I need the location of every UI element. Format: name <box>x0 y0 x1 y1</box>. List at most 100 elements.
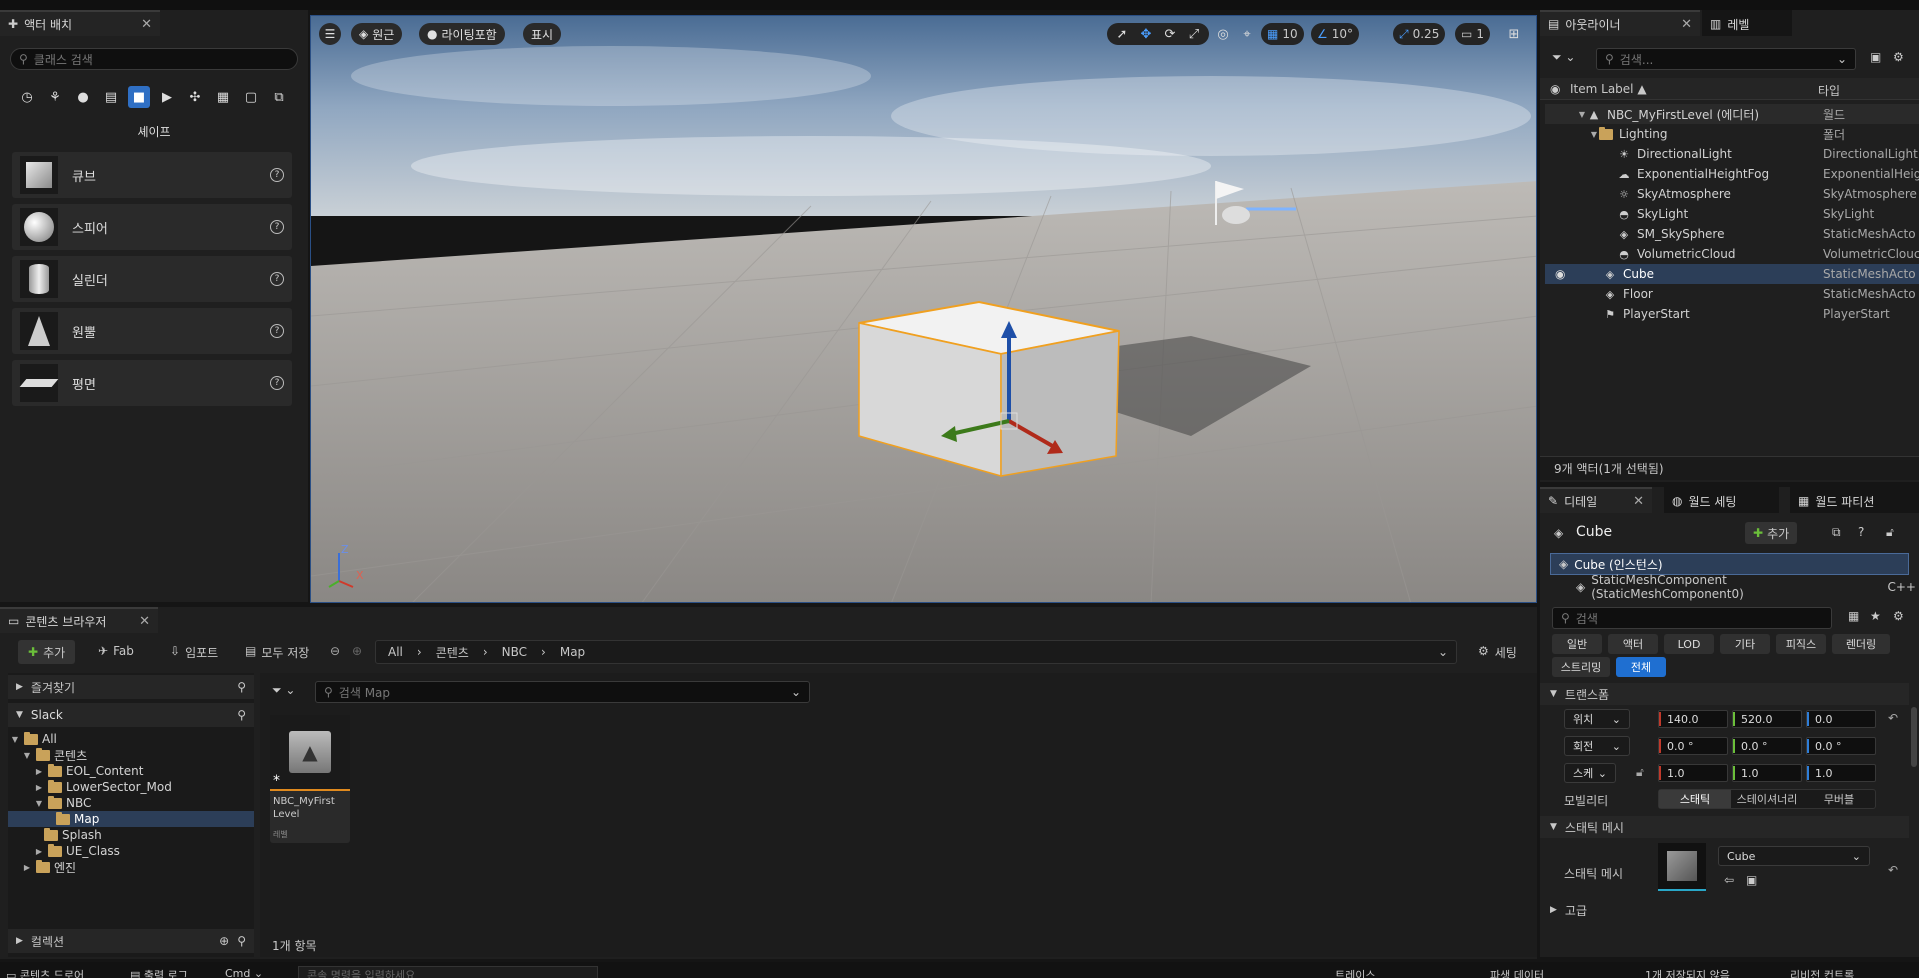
camera-speed-control[interactable]: ▭ 1 <box>1455 23 1490 45</box>
tree-item-all[interactable]: ▼ All <box>10 731 254 747</box>
search-icon[interactable]: ⚲ <box>237 708 246 722</box>
help-icon[interactable]: ? <box>1858 525 1864 539</box>
table-view-icon[interactable]: ▦ <box>1848 609 1859 623</box>
save-all-button[interactable]: ▤ 모두 저장 <box>245 644 309 661</box>
shape-item-cube[interactable]: 큐브 ? <box>12 152 292 198</box>
filter-general[interactable]: 일반 <box>1552 634 1602 654</box>
lock-icon[interactable]: 🔓︎ <box>1886 525 1894 540</box>
volumes-icon[interactable]: ✣ <box>184 86 206 108</box>
details-scrollbar[interactable] <box>1911 707 1917 767</box>
asset-search-input[interactable]: ⚲ 검색 Map ⌄ <box>315 681 810 703</box>
trace-button[interactable]: 트레이스 <box>1335 967 1375 978</box>
outliner-row-floor[interactable]: ◈ Floor StaticMeshActo <box>1545 284 1919 304</box>
lock-icon[interactable]: 🔓︎ <box>1636 765 1644 780</box>
breadcrumb-item[interactable]: NBC <box>502 645 527 659</box>
rotation-z-field[interactable]: 0.0 ° <box>1806 737 1876 755</box>
rotation-snap-control[interactable]: ∠ 10° <box>1311 23 1360 45</box>
tree-item-engine[interactable]: ▶ 엔진 <box>22 859 266 875</box>
select-icon[interactable]: ➚ <box>1111 23 1133 45</box>
search-icon[interactable]: ⚲ <box>237 680 246 694</box>
outliner-row-volumetriccloud[interactable]: ◓ VolumetricCloud VolumetricClouc <box>1545 244 1919 264</box>
location-dropdown[interactable]: 위치 ⌄ <box>1564 709 1630 729</box>
world-local-icon[interactable]: ◎ <box>1212 23 1234 45</box>
revision-control-button[interactable]: 리비전 컨트롤 <box>1790 967 1854 978</box>
cinematic-icon[interactable]: ▤ <box>100 86 122 108</box>
transform-section-header[interactable]: ▼ 트랜스폼 <box>1540 683 1909 705</box>
output-log-button[interactable]: ▤ 출력 로그 <box>130 967 188 978</box>
translate-icon[interactable]: ✥ <box>1135 23 1157 45</box>
rotation-dropdown[interactable]: 회전 ⌄ <box>1564 736 1630 756</box>
static-mesh-section-header[interactable]: ▼ 스태틱 메시 <box>1540 816 1909 838</box>
filter-icon[interactable]: ⏷ ⌄ <box>272 683 295 698</box>
level-viewport[interactable]: Z X ☰ ◈ 원근 ● 라이팅포함 표시 ➚ ✥ ⟳ ⤢ ◎ ⌖ ▦ 10 ∠ 10°… <box>310 15 1537 603</box>
outliner-row-cube[interactable]: ◉ ◈ Cube StaticMeshActo <box>1545 264 1919 284</box>
location-y-field[interactable]: 520.0 <box>1732 710 1802 728</box>
help-icon[interactable]: ? <box>270 272 284 286</box>
gear-icon[interactable]: ⚙ <box>1893 50 1904 64</box>
help-icon[interactable]: ? <box>270 376 284 390</box>
help-icon[interactable]: ? <box>270 220 284 234</box>
filter-lod[interactable]: LOD <box>1664 634 1714 654</box>
search-icon[interactable]: ⚲ <box>237 934 246 948</box>
derived-data-button[interactable]: 파생 데이터 <box>1490 967 1544 978</box>
outliner-row-fog[interactable]: ☁ ExponentialHeightFog ExponentialHeig <box>1545 164 1919 184</box>
collections-header[interactable]: ▶ 컬렉션 ⊕ ⚲ <box>8 929 254 953</box>
tree-item-map[interactable]: Map <box>8 811 254 827</box>
outliner-row-directionallight[interactable]: ☀ DirectionalLight DirectionalLight <box>1545 144 1919 164</box>
lighting-mode-button[interactable]: ● 라이팅포함 <box>419 23 505 45</box>
filter-streaming[interactable]: 스트리밍 <box>1552 657 1610 677</box>
more-icon[interactable]: ⧉ <box>268 86 290 108</box>
static-mesh-thumbnail[interactable] <box>1658 843 1706 891</box>
project-header[interactable]: ▼ Slack ⚲ <box>8 703 254 727</box>
mobility-movable-option[interactable]: 무버블 <box>1803 790 1875 808</box>
outliner-row-level[interactable]: ▼ ▲ NBC_MyFirstLevel (에디터) 월드 <box>1545 104 1919 124</box>
filter-physics[interactable]: 피직스 <box>1776 634 1826 654</box>
gear-icon[interactable]: ⚙ <box>1893 609 1904 623</box>
static-mesh-asset-dropdown[interactable]: Cube ⌄ <box>1718 846 1870 866</box>
forward-icon[interactable]: ⊕ <box>352 644 362 658</box>
rotation-y-field[interactable]: 0.0 ° <box>1732 737 1802 755</box>
filter-icon[interactable]: ⏷ ⌄ <box>1552 50 1575 65</box>
reset-icon[interactable]: ↶ <box>1888 711 1898 725</box>
add-button[interactable]: ✚ 추가 <box>18 640 76 664</box>
close-icon[interactable]: ✕ <box>139 614 150 629</box>
surface-snap-icon[interactable]: ⌖ <box>1236 23 1258 45</box>
shape-item-plane[interactable]: 평면 ? <box>12 360 292 406</box>
lights-icon[interactable]: ● <box>72 86 94 108</box>
viewport-layout-icon[interactable]: ⊞ <box>1503 23 1525 45</box>
scale-dropdown[interactable]: 스케 ⌄ <box>1564 763 1616 783</box>
close-icon[interactable]: ✕ <box>141 17 152 32</box>
column-item-label[interactable]: Item Label ▲ <box>1570 82 1647 96</box>
unsaved-button[interactable]: 1개 저장되지 않음 <box>1645 967 1730 978</box>
filter-rendering[interactable]: 렌더링 <box>1832 634 1890 654</box>
scale-icon[interactable]: ⤢ <box>1183 23 1205 45</box>
geometry-icon[interactable]: ▢ <box>240 86 262 108</box>
place-actors-tab[interactable]: ✚ 액터 배치 ✕ <box>0 10 160 36</box>
tree-item-nbc[interactable]: ▼ NBC <box>34 795 278 811</box>
reset-icon[interactable]: ↶ <box>1888 863 1898 877</box>
favorites-header[interactable]: ▶ 즐겨찾기 ⚲ <box>8 675 254 699</box>
blueprint-icon[interactable]: ⧉ <box>1832 525 1841 540</box>
filter-actor[interactable]: 액터 <box>1608 634 1658 654</box>
column-type[interactable]: 타입 <box>1818 82 1840 99</box>
help-icon[interactable]: ? <box>270 168 284 182</box>
rotate-icon[interactable]: ⟳ <box>1159 23 1181 45</box>
scale-x-field[interactable]: 1.0 <box>1658 764 1728 782</box>
details-search-input[interactable]: ⚲ 검색 <box>1552 607 1832 629</box>
use-selected-icon[interactable]: ⇦ <box>1724 873 1734 887</box>
console-input[interactable]: 콘솔 명령을 입력하세요 <box>298 966 598 978</box>
browse-icon[interactable]: ▣ <box>1746 873 1757 887</box>
outliner-row-lighting[interactable]: ▼ Lighting 폴더 <box>1545 124 1919 144</box>
help-icon[interactable]: ? <box>270 324 284 338</box>
location-x-field[interactable]: 140.0 <box>1658 710 1728 728</box>
import-button[interactable]: ⇩ 임포트 <box>170 644 218 661</box>
outliner-row-skyatmosphere[interactable]: ☼ SkyAtmosphere SkyAtmosphere <box>1545 184 1919 204</box>
star-icon[interactable]: ★ <box>1870 609 1881 623</box>
instance-row[interactable]: ◈ Cube (인스턴스) <box>1550 553 1909 575</box>
recent-icon[interactable]: ◷ <box>16 86 38 108</box>
component-row[interactable]: ◈ StaticMeshComponent (StaticMeshCompone… <box>1576 573 1916 601</box>
location-z-field[interactable]: 0.0 <box>1806 710 1876 728</box>
shape-item-cone[interactable]: 원뿔 ? <box>12 308 292 354</box>
world-partition-tab[interactable]: ▦ 월드 파티션 <box>1790 487 1919 513</box>
breadcrumb-item[interactable]: Map <box>560 645 585 659</box>
